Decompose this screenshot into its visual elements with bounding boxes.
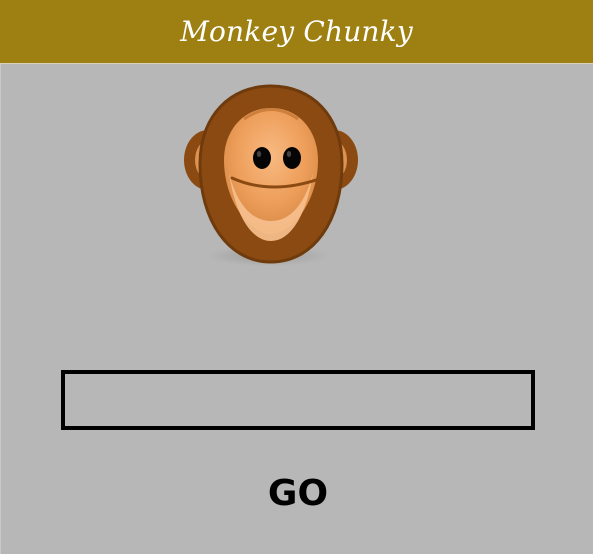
left-eye-highlight	[256, 151, 262, 157]
monkey-face-icon	[174, 78, 384, 276]
right-eye-highlight	[286, 151, 292, 157]
header-bar: Monkey Chunky	[0, 0, 593, 64]
answer-input[interactable]	[61, 370, 535, 430]
app-title: Monkey Chunky	[180, 15, 413, 48]
monkey-illustration	[184, 84, 358, 266]
left-eye	[253, 147, 271, 169]
go-button[interactable]: GO	[245, 468, 351, 520]
left-edge-line	[0, 64, 1, 554]
right-eye	[283, 147, 301, 169]
